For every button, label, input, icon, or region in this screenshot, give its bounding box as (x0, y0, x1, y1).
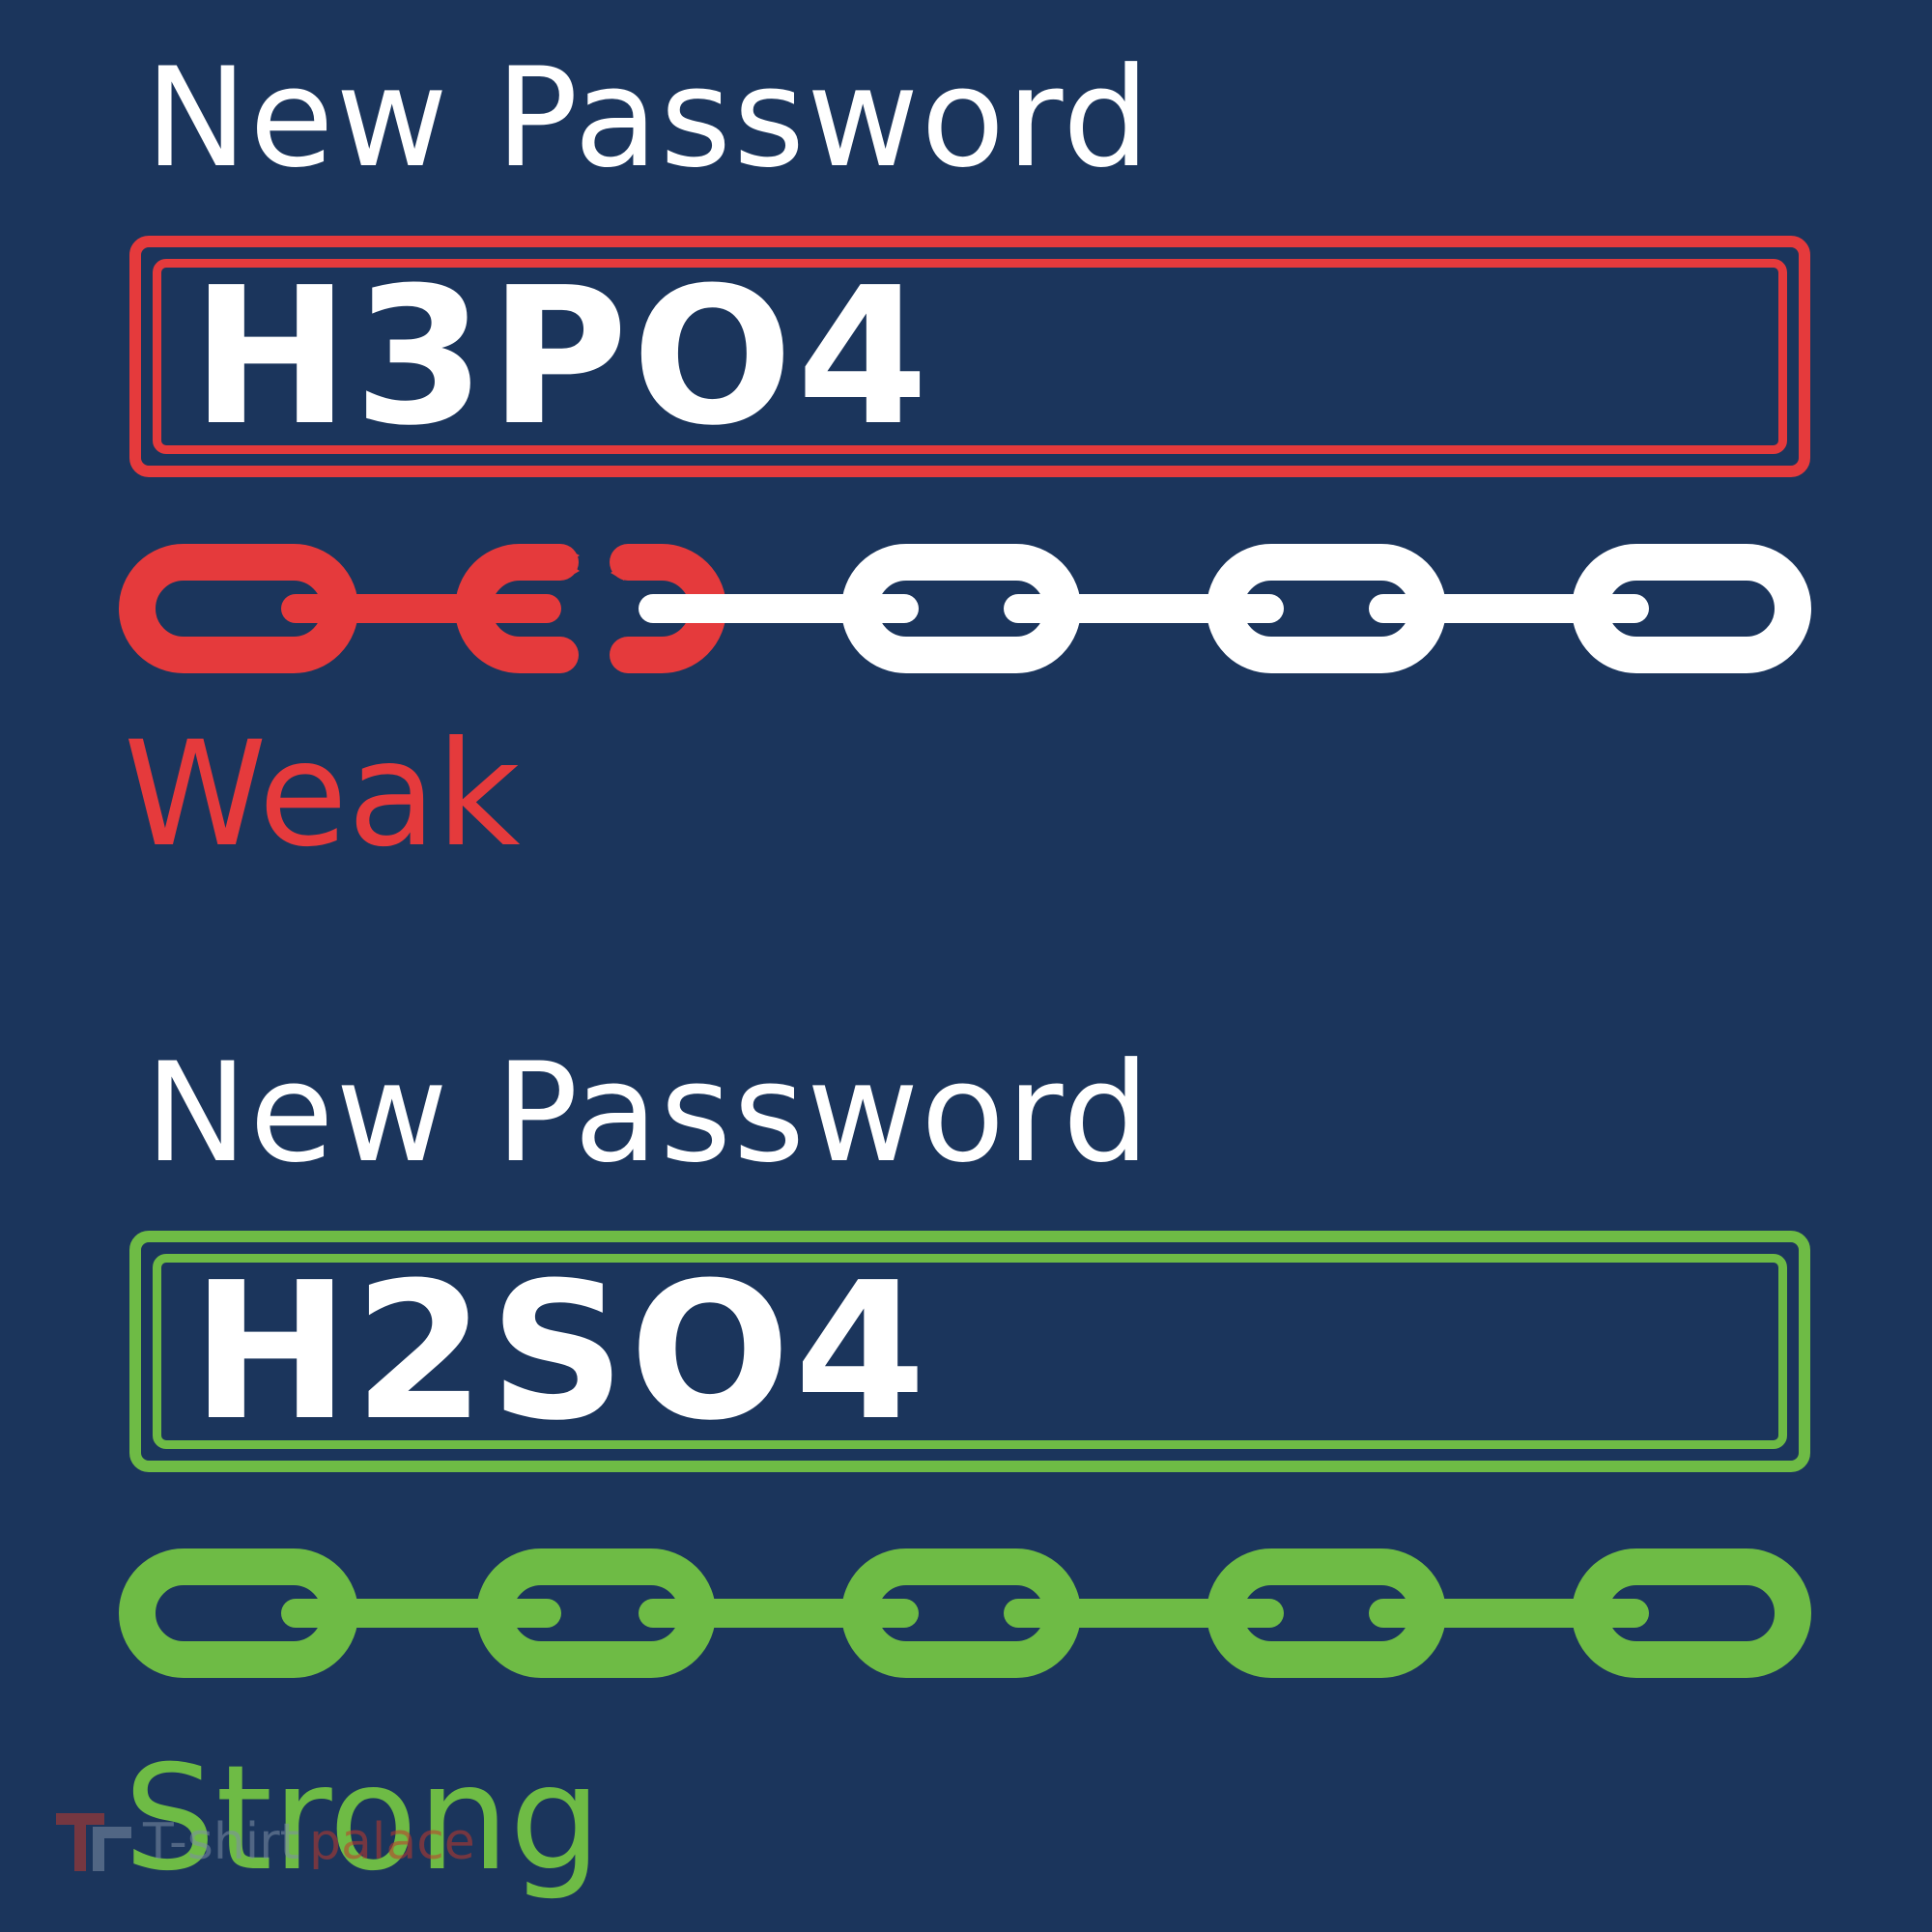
password-field-weak[interactable]: H3PO4 (129, 236, 1810, 477)
password-value-weak: H3PO4 (191, 247, 933, 468)
watermark: T-shirt palace (56, 1808, 475, 1876)
watermark-text-tshirt: T-shirt (143, 1813, 300, 1871)
password-value-strong: H2SO4 (191, 1242, 930, 1463)
strength-chain-strong (119, 1548, 1811, 1678)
tp-logo-icon (56, 1813, 131, 1871)
watermark-text-palace: palace (309, 1813, 475, 1871)
strength-chain-weak (119, 544, 1811, 673)
strength-label-weak: Weak (124, 711, 521, 879)
password-field-strong[interactable]: H2SO4 (129, 1231, 1810, 1472)
password-label-bottom: New Password (145, 1034, 1152, 1193)
password-label-top: New Password (145, 39, 1152, 198)
